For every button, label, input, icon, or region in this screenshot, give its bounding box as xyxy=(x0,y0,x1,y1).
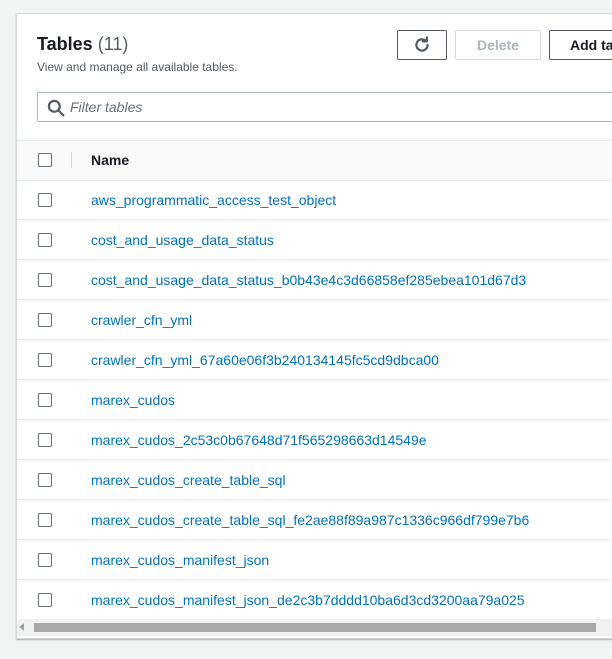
table-name-link[interactable]: cost_and_usage_data_status_b0b43e4c3d668… xyxy=(91,272,526,288)
row-checkbox[interactable] xyxy=(38,553,52,567)
delete-button[interactable]: Delete xyxy=(455,30,541,60)
table-body: aws_programmatic_access_test_object cost… xyxy=(17,180,612,620)
table-count: (11) xyxy=(97,34,129,54)
table-header: Name xyxy=(17,140,612,181)
page-description: View and manage all available tables. xyxy=(37,60,238,74)
title-text: Tables xyxy=(37,34,93,54)
table-row: crawler_cfn_yml xyxy=(17,300,612,340)
table-row: cost_and_usage_data_status_b0b43e4c3d668… xyxy=(17,260,612,300)
row-checkbox[interactable] xyxy=(38,313,52,327)
table-row: cost_and_usage_data_status xyxy=(17,220,612,260)
row-checkbox[interactable] xyxy=(38,433,52,447)
select-all-checkbox[interactable] xyxy=(38,153,52,167)
table-name-link[interactable]: marex_cudos_manifest_json xyxy=(91,552,269,568)
table-name-link[interactable]: marex_cudos xyxy=(91,392,175,408)
refresh-icon xyxy=(415,36,429,52)
table-name-link[interactable]: marex_cudos_2c53c0b67648d71f565298663d14… xyxy=(91,432,427,448)
table-row: marex_cudos_create_table_sql_fe2ae88f89a… xyxy=(17,500,612,540)
table-name-link[interactable]: aws_programmatic_access_test_object xyxy=(91,192,336,208)
table-name-link[interactable]: crawler_cfn_yml_67a60e06f3b240134145fc5c… xyxy=(91,352,439,368)
table-row: marex_cudos_manifest_json xyxy=(17,540,612,580)
filter-box xyxy=(37,92,612,122)
row-checkbox[interactable] xyxy=(38,353,52,367)
row-checkbox[interactable] xyxy=(38,593,52,607)
row-checkbox[interactable] xyxy=(38,473,52,487)
table-row: crawler_cfn_yml_67a60e06f3b240134145fc5c… xyxy=(17,340,612,380)
table-row: marex_cudos_create_table_sql xyxy=(17,460,612,500)
tables-panel: Tables (11) View and manage all availabl… xyxy=(16,13,612,639)
row-checkbox[interactable] xyxy=(38,513,52,527)
filter-tables-input[interactable] xyxy=(70,93,612,121)
search-icon xyxy=(47,99,65,117)
refresh-button[interactable] xyxy=(397,30,447,60)
column-divider xyxy=(71,152,72,168)
row-checkbox[interactable] xyxy=(38,193,52,207)
row-checkbox[interactable] xyxy=(38,273,52,287)
table-name-link[interactable]: cost_and_usage_data_status xyxy=(91,232,274,248)
table-name-link[interactable]: crawler_cfn_yml xyxy=(91,312,192,328)
add-tables-button[interactable]: Add tables xyxy=(549,30,612,60)
horizontal-scrollbar[interactable] xyxy=(17,619,612,636)
table-row: marex_cudos xyxy=(17,380,612,420)
column-header-name[interactable]: Name xyxy=(91,152,129,168)
table-row: marex_cudos_2c53c0b67648d71f565298663d14… xyxy=(17,420,612,460)
scroll-thumb[interactable] xyxy=(34,623,596,632)
table-name-link[interactable]: marex_cudos_manifest_json_de2c3b7dddd10b… xyxy=(91,592,525,608)
page-title: Tables (11) xyxy=(37,34,128,55)
row-checkbox[interactable] xyxy=(38,393,52,407)
row-checkbox[interactable] xyxy=(38,233,52,247)
scroll-left-icon[interactable] xyxy=(19,623,24,631)
table-name-link[interactable]: marex_cudos_create_table_sql xyxy=(91,472,286,488)
table-row: aws_programmatic_access_test_object xyxy=(17,180,612,220)
page: Tables (11) View and manage all availabl… xyxy=(0,0,612,659)
table-name-link[interactable]: marex_cudos_create_table_sql_fe2ae88f89a… xyxy=(91,512,529,528)
table-row: marex_cudos_manifest_json_de2c3b7dddd10b… xyxy=(17,580,612,620)
